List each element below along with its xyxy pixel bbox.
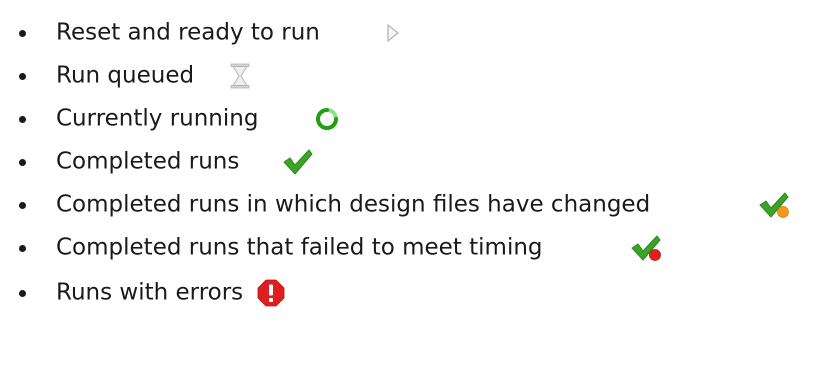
bullet [19,290,26,297]
error-icon [257,279,285,307]
checkmark-icon [282,148,314,176]
bullet [19,30,26,37]
status-label-running: Currently running [56,105,259,132]
bullet [19,245,26,252]
status-label-completed-changed: Completed runs in which design files hav… [56,191,651,218]
play-outline-icon [386,23,400,43]
status-legend-list: Reset and ready to run Run queued Curren… [0,0,814,377]
bullet [19,73,26,80]
status-label-queued: Run queued [56,62,195,89]
bullet [19,116,26,123]
checkmark-red-dot-icon [630,234,662,262]
list-item-errors: Runs with errors [0,273,814,313]
list-item-completed-timing: Completed runs that failed to meet timin… [0,228,814,268]
status-label-reset: Reset and ready to run [56,19,320,46]
status-label-completed-timing: Completed runs that failed to meet timin… [56,234,543,261]
list-item-reset: Reset and ready to run [0,13,814,53]
list-item-completed: Completed runs [0,142,814,182]
bullet [19,202,26,209]
hourglass-icon [230,63,250,89]
bullet [19,159,26,166]
status-label-completed: Completed runs [56,148,240,175]
list-item-queued: Run queued [0,56,814,96]
list-item-running: Currently running [0,99,814,139]
list-item-completed-changed: Completed runs in which design files hav… [0,185,814,225]
status-label-errors: Runs with errors [56,279,244,306]
spinner-icon [315,107,339,131]
checkmark-orange-dot-icon [758,191,790,219]
